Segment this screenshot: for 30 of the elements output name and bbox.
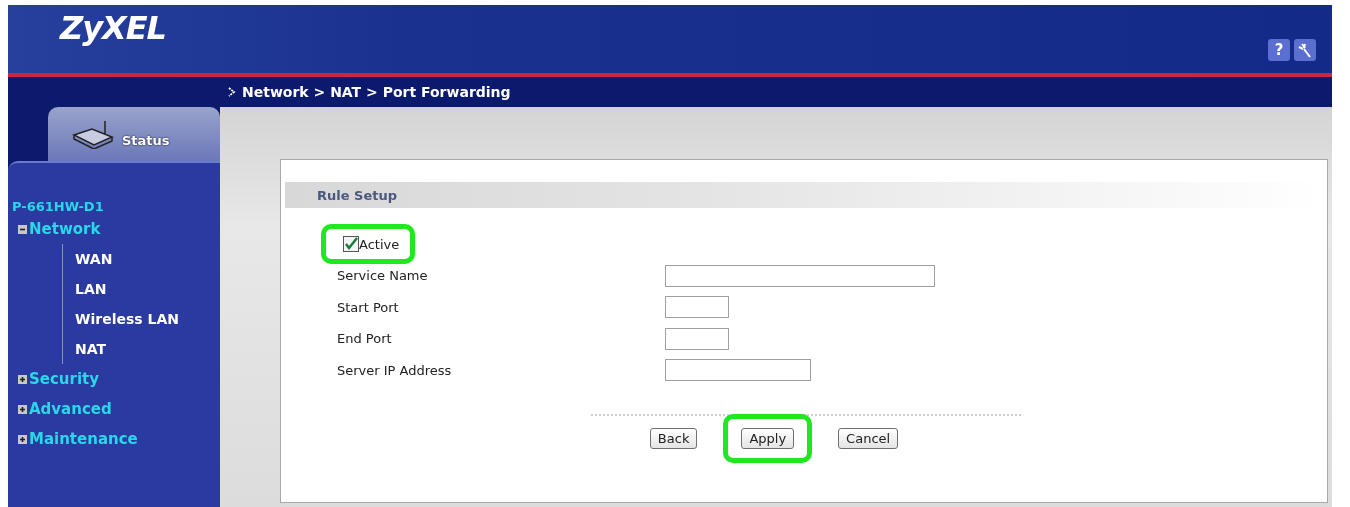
expand-icon[interactable] [18, 434, 27, 444]
field-label: Start Port [337, 299, 400, 315]
input-field[interactable] [665, 327, 729, 350]
menu-item[interactable]: Security [29, 370, 100, 388]
menu-item[interactable]: Maintenance [29, 430, 138, 448]
panel-title: Rule Setup [317, 187, 398, 203]
status-label: Status [122, 132, 170, 148]
form-button[interactable]: Cancel [838, 428, 899, 449]
input-field[interactable] [665, 296, 729, 319]
input-field[interactable] [665, 264, 935, 287]
form-button[interactable]: Back [649, 428, 698, 449]
logo: ZyXEL [60, 9, 166, 47]
expand-icon[interactable] [18, 404, 27, 414]
device-name: P-661HW-D1 [11, 199, 105, 214]
field-label: Server IP Address [337, 362, 453, 378]
wand-icon[interactable] [1294, 39, 1316, 61]
field-label: End Port [337, 331, 393, 347]
input-field[interactable] [665, 359, 811, 382]
chevron-icon [228, 87, 236, 97]
expand-icon[interactable] [18, 374, 27, 384]
active-checkbox[interactable] [343, 236, 359, 252]
active-label: Active [359, 236, 400, 252]
breadcrumb: Network > NAT > Port Forwarding [242, 84, 511, 100]
field-label: Service Name [337, 268, 429, 284]
form-button[interactable]: Apply [741, 428, 795, 449]
menu-item[interactable]: Network [29, 220, 101, 238]
router-icon [72, 119, 116, 149]
help-button[interactable]: ? [1268, 39, 1290, 61]
menu-item[interactable]: Advanced [29, 400, 112, 418]
collapse-icon[interactable] [18, 224, 27, 234]
